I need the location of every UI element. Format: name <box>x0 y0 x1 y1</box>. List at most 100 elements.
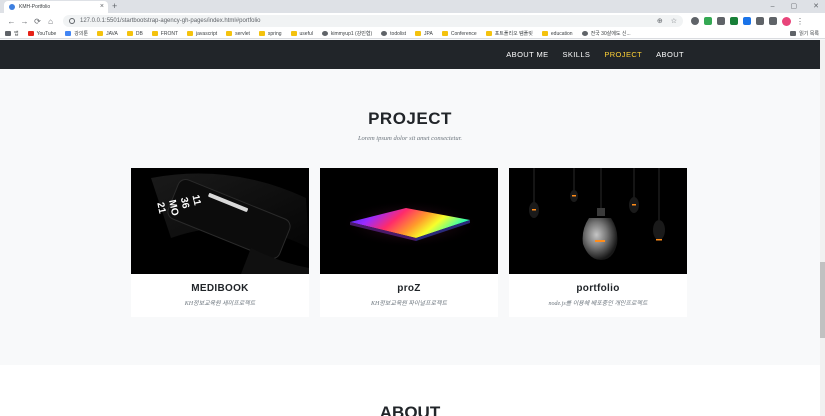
folder-icon <box>541 31 548 36</box>
bookmark-label: spring <box>267 30 282 37</box>
bookmark-item[interactable]: spring <box>258 30 282 37</box>
scrollbar-track[interactable] <box>820 40 825 416</box>
globe-icon <box>381 31 388 36</box>
extension-icon[interactable] <box>717 17 725 25</box>
about-section: ABOUT <box>0 365 820 416</box>
bookmark-item[interactable]: 전국 30살에도 신... <box>581 30 631 37</box>
about-heading: ABOUT <box>379 403 441 416</box>
address-bar: ← → ⟳ ⌂ 127.0.0.1:5501/startbootstrap-ag… <box>0 13 825 29</box>
nav-link-about-me[interactable]: ABOUT ME <box>506 50 548 59</box>
forward-arrow-icon[interactable]: → <box>18 17 31 26</box>
bookmark-label: todolist <box>390 30 407 37</box>
bookmark-label: FRONT <box>160 30 179 37</box>
bookmark-item[interactable]: 강의툰 <box>65 30 88 37</box>
browser-tab-bar: KMH-Portfolio × + – ▢ ✕ <box>0 0 825 13</box>
reading-list-button[interactable]: 읽기 목록 <box>790 30 819 37</box>
bookmark-item[interactable]: FRONT <box>151 30 179 37</box>
project-description: node.js를 이용해 배포중인 개인프로젝트 <box>548 301 648 307</box>
project-description: KH정보교육원 파이널프로젝트 <box>370 301 448 307</box>
folder-icon <box>226 31 233 36</box>
url-input[interactable]: 127.0.0.1:5501/startbootstrap-agency-gh-… <box>63 15 683 27</box>
bookmark-label: kimmyup1 (강민협) <box>330 31 373 37</box>
bookmark-item[interactable]: JPA <box>415 31 433 37</box>
bookmark-label: Conference <box>450 30 477 37</box>
nav-link-project[interactable]: PROJECT <box>604 50 642 59</box>
close-window-icon[interactable]: ✕ <box>813 1 819 12</box>
folder-icon <box>151 31 158 36</box>
section-heading: PROJECT <box>368 109 452 128</box>
media-icon[interactable] <box>769 17 777 25</box>
apps-grid-icon <box>5 31 11 36</box>
extensions-puzzle-icon[interactable] <box>756 17 764 25</box>
project-image-smartwatch[interactable]: 11 36 MO 21 <box>131 168 309 274</box>
folder-icon <box>97 31 104 36</box>
maximize-icon[interactable]: ▢ <box>791 1 798 12</box>
github-icon <box>321 31 328 36</box>
bookmark-label: 앱 <box>14 31 19 37</box>
folder-icon <box>187 31 194 36</box>
project-description: KH정보교육원 세미프로젝트 <box>184 301 256 307</box>
bookmarks-bar: 앱 YouTube 강의툰 JAVA DB FRONT javascript servlet s… <box>0 29 825 39</box>
project-image-laptop[interactable] <box>320 168 498 274</box>
project-title: portfolio <box>576 283 620 294</box>
tab-favicon-icon <box>9 4 15 10</box>
bookmark-label: 강의툰 <box>74 31 89 37</box>
tab-title: KMH-Portfolio <box>19 4 51 10</box>
bookmark-item[interactable]: 포트폴리오 템플릿 <box>485 30 533 37</box>
home-icon[interactable]: ⌂ <box>44 17 57 26</box>
site-icon <box>65 31 72 36</box>
bookmark-label: servlet <box>235 30 250 37</box>
bookmark-label: JPA <box>424 30 433 37</box>
folder-icon <box>126 31 133 36</box>
tab-close-icon[interactable]: × <box>100 3 104 11</box>
bookmark-label: YouTube <box>36 30 57 37</box>
extension-icon[interactable] <box>743 17 751 25</box>
extension-icon[interactable] <box>691 17 699 25</box>
nav-link-skills[interactable]: SKILLS <box>563 50 591 59</box>
folder-icon <box>290 31 297 36</box>
bookmark-item[interactable]: DB <box>126 30 143 37</box>
browser-tab[interactable]: KMH-Portfolio × <box>4 1 108 13</box>
folder-icon <box>485 31 492 36</box>
site-navbar: ABOUT ME SKILLS PROJECT ABOUT <box>0 40 820 69</box>
minimize-icon[interactable]: – <box>771 1 775 12</box>
bookmark-label: useful <box>299 30 313 37</box>
nav-link-about[interactable]: ABOUT <box>656 50 684 59</box>
project-card-portfolio[interactable]: portfolio node.js를 이용해 배포중인 개인프로젝트 <box>509 168 687 317</box>
bookmark-item[interactable]: YouTube <box>27 30 57 37</box>
bookmark-label: javascript <box>196 30 218 37</box>
project-card-medibook[interactable]: 11 36 MO 21 MEDIBOOK KH정보교육원 세미프로젝트 <box>131 168 309 317</box>
bookmark-label: DB <box>135 30 143 37</box>
bookmark-item[interactable]: kimmyup1 (강민협) <box>321 30 373 37</box>
bookmark-item[interactable]: JAVA <box>97 31 118 37</box>
section-subheading: Lorem ipsum dolor sit amet consectetur. <box>357 135 463 142</box>
bookmark-item[interactable]: education <box>541 31 573 37</box>
bookmark-item[interactable]: Conference <box>441 30 477 37</box>
profile-avatar[interactable] <box>782 16 791 26</box>
bookmark-item[interactable]: javascript <box>187 31 217 37</box>
site-info-icon[interactable] <box>69 18 75 24</box>
folder-icon <box>441 31 448 36</box>
project-image-lightbulbs[interactable] <box>509 168 687 274</box>
globe-icon <box>581 31 588 36</box>
extension-icon[interactable] <box>730 17 738 25</box>
translate-icon[interactable]: ⊕ <box>657 17 663 25</box>
omnibox-actions: ⊕ ☆ <box>657 17 683 25</box>
project-card-proz[interactable]: proZ KH정보교육원 파이널프로젝트 <box>320 168 498 317</box>
bookmark-item[interactable]: 앱 <box>5 30 19 37</box>
extension-icon[interactable] <box>704 17 712 25</box>
bookmark-item[interactable]: servlet <box>226 31 250 37</box>
back-arrow-icon[interactable]: ← <box>5 17 18 26</box>
folder-icon <box>415 31 422 36</box>
url-text: 127.0.0.1:5501/startbootstrap-agency-gh-… <box>80 18 261 24</box>
new-tab-button[interactable]: + <box>112 1 117 12</box>
reload-icon[interactable]: ⟳ <box>31 17 44 26</box>
scrollbar-thumb[interactable] <box>820 262 825 338</box>
browser-menu-icon[interactable]: ⋮ <box>796 17 804 26</box>
bookmark-star-icon[interactable]: ☆ <box>671 17 677 25</box>
project-title: MEDIBOOK <box>191 283 249 294</box>
bookmark-item[interactable]: useful <box>290 30 313 37</box>
window-controls: – ▢ ✕ <box>771 1 819 12</box>
bookmark-label: 포트폴리오 템플릿 <box>494 31 533 37</box>
bookmark-item[interactable]: todolist <box>381 31 406 37</box>
